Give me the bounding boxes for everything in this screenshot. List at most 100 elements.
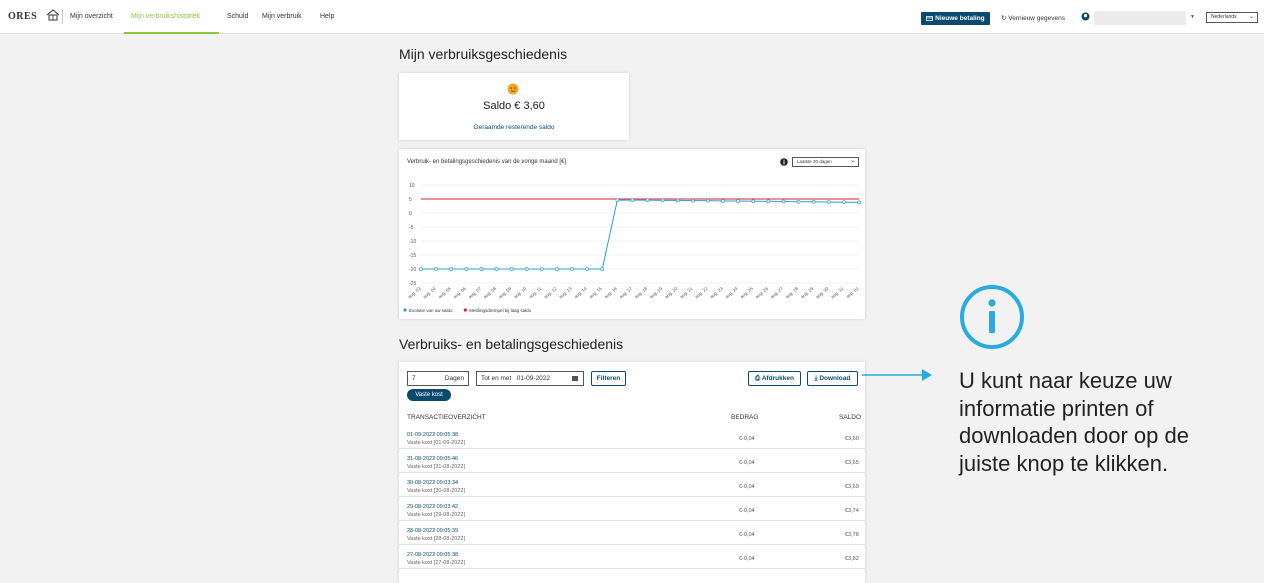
new-payment-button[interactable]: Nieuwe betaling: [921, 12, 990, 25]
print-button[interactable]: ⎙ Afdrukken: [748, 371, 801, 386]
data-point: [691, 198, 695, 203]
data-point: [796, 199, 801, 204]
chevron-down-icon: ⌄: [1248, 14, 1254, 20]
table-row: 30-08-2022 09:03:34 Vaste kost [30-08-20…: [399, 476, 865, 497]
data-point: [585, 267, 589, 271]
tx-amount: €-0,04: [739, 532, 755, 538]
days-input[interactable]: 7 Dagen: [407, 371, 469, 386]
download-icon: ⤓: [814, 375, 818, 382]
period-select[interactable]: Laatste 30 dagen ⌄: [792, 157, 859, 167]
period-value: Laatste 30 dagen: [797, 159, 832, 164]
calendar-icon[interactable]: [572, 376, 578, 381]
legend-label: Evolutie van uw saldo: [409, 308, 453, 313]
y-tick-label: -15: [409, 253, 416, 259]
x-tick-label: aug. 31: [830, 286, 845, 300]
x-tick-label: aug. 23: [709, 286, 724, 300]
tx-balance: €3,60: [845, 436, 859, 442]
x-tick-label: aug. 27: [769, 286, 784, 300]
refresh-icon: ↻: [1001, 15, 1007, 22]
chevron-down-icon: ⌄: [849, 158, 855, 164]
nav-item-schuld[interactable]: Schuld: [227, 13, 248, 20]
table-row: 29-08-2022 09:03:42 Vaste kost [29-08-20…: [399, 500, 865, 521]
data-point: [449, 267, 454, 271]
history-chart-card: 10 5 0 -5 -10 -15 -20 -25 aug. 03 aug. 04 aug. 05 a…: [399, 149, 865, 319]
legend-label: Meldingsdrempel bij laag saldo: [469, 308, 531, 313]
tx-description: Vaste kost [27-08-2022]: [407, 560, 465, 566]
tx-balance: €3,78: [845, 532, 859, 538]
tx-amount: €-0,04: [739, 484, 755, 490]
user-account-menu[interactable]: [1094, 11, 1186, 25]
x-tick-label: aug. 06: [452, 286, 467, 300]
column-header-balance: SALDO: [839, 414, 862, 421]
days-unit-label: Dagen: [444, 375, 464, 382]
table-row: 27-08-2022 09:05:38 Vaste kost [27-08-20…: [399, 548, 865, 569]
print-label: Afdrukken: [761, 375, 794, 382]
data-point: [509, 267, 514, 271]
data-point: [464, 267, 469, 271]
x-tick-label: aug. 16: [603, 286, 618, 300]
data-point: [524, 267, 529, 271]
fixed-cost-tag[interactable]: Vaste kost: [407, 389, 451, 401]
y-tick-label: 10: [409, 183, 415, 189]
nav-item-help[interactable]: Help: [320, 13, 334, 20]
tx-amount: €-0,04: [739, 556, 755, 562]
data-point: [479, 267, 484, 271]
language-select[interactable]: Nederlands ⌄: [1206, 12, 1258, 23]
refresh-data-link[interactable]: ↻ Vernieuw gegevens: [1001, 14, 1065, 22]
data-point: [600, 267, 605, 271]
tx-amount: €-0,04: [739, 460, 755, 466]
data-point: [857, 200, 861, 205]
tx-description: Vaste kost [01-09-2022]: [407, 440, 465, 446]
data-point: [736, 199, 741, 203]
table-row: 01-09-2022 09:05:38 Vaste kost [01-09-20…: [399, 428, 865, 449]
x-tick-label: aug. 04: [422, 286, 437, 300]
end-date-input[interactable]: Tot en met 01-09-2022: [476, 371, 584, 386]
x-tick-label: aug. 29: [800, 286, 815, 300]
saldo-card: Saldo € 3,60 Geraamde resterende saldo: [399, 73, 629, 140]
tx-amount: €-0,04: [739, 508, 755, 514]
x-tick-label: aug. 20: [664, 286, 679, 300]
x-tick-label: aug. 12: [543, 286, 558, 300]
filter-button[interactable]: Filteren: [591, 371, 626, 386]
y-tick-label: -25: [409, 281, 416, 287]
x-tick-label: aug. 14: [573, 286, 588, 300]
tx-date[interactable]: 29-08-2022 09:03:42: [407, 504, 458, 510]
tx-date[interactable]: 31-08-2022 09:05:46: [407, 456, 458, 462]
x-tick-label: aug. 13: [558, 286, 573, 300]
tx-date[interactable]: 01-09-2022 09:05:38: [407, 432, 458, 438]
data-point: [494, 267, 499, 271]
tx-date[interactable]: 27-08-2022 09:05:38: [407, 552, 458, 558]
x-tick-label: aug. 21: [679, 286, 694, 300]
estimated-balance-link[interactable]: Geraamde resterende saldo: [399, 124, 629, 131]
data-point: [615, 198, 620, 202]
series-line: [421, 199, 860, 270]
end-date-label: Tot en met: [481, 375, 512, 382]
ores-logo[interactable]: ORES: [8, 11, 37, 22]
data-point: [826, 200, 831, 204]
history-line-chart: 1050-5-10-15-20-25aug. 03 aug. 04 aug. 05 a…: [403, 183, 861, 313]
nav-item-overzicht[interactable]: Mijn overzicht: [70, 13, 113, 20]
pointer-arrow-icon: [862, 369, 932, 381]
x-tick-label: aug. 24: [724, 286, 739, 300]
info-circle-icon: [960, 285, 1024, 349]
download-label: Download: [819, 375, 851, 382]
x-tick-label: aug. 19: [649, 286, 664, 300]
tx-date[interactable]: 30-08-2022 09:03:34: [407, 480, 458, 486]
user-menu-caret-icon[interactable]: ▼: [1190, 14, 1195, 20]
data-point: [539, 267, 544, 271]
info-icon[interactable]: [780, 158, 788, 166]
table-row: 28-08-2022 09:05:39 Vaste kost [28-08-20…: [399, 524, 865, 545]
legend-swatch: [403, 308, 407, 312]
nav-item-verbruik[interactable]: Mijn verbruik: [262, 13, 302, 20]
data-point: [706, 198, 710, 203]
printer-icon: ⎙: [755, 375, 761, 382]
download-button[interactable]: ⤓ Download: [807, 371, 858, 386]
nav-item-verbruikshistoriek[interactable]: Mijn verbruikshistoriek: [131, 13, 200, 20]
data-point: [419, 267, 423, 271]
tx-description: Vaste kost [31-08-2022]: [407, 464, 465, 470]
data-point: [555, 267, 559, 271]
tx-amount: €-0,04: [739, 436, 755, 442]
tx-date[interactable]: 28-08-2022 09:05:39: [407, 528, 458, 534]
x-tick-label: aug. 15: [588, 286, 603, 300]
x-tick-label: aug. 07: [467, 286, 482, 300]
